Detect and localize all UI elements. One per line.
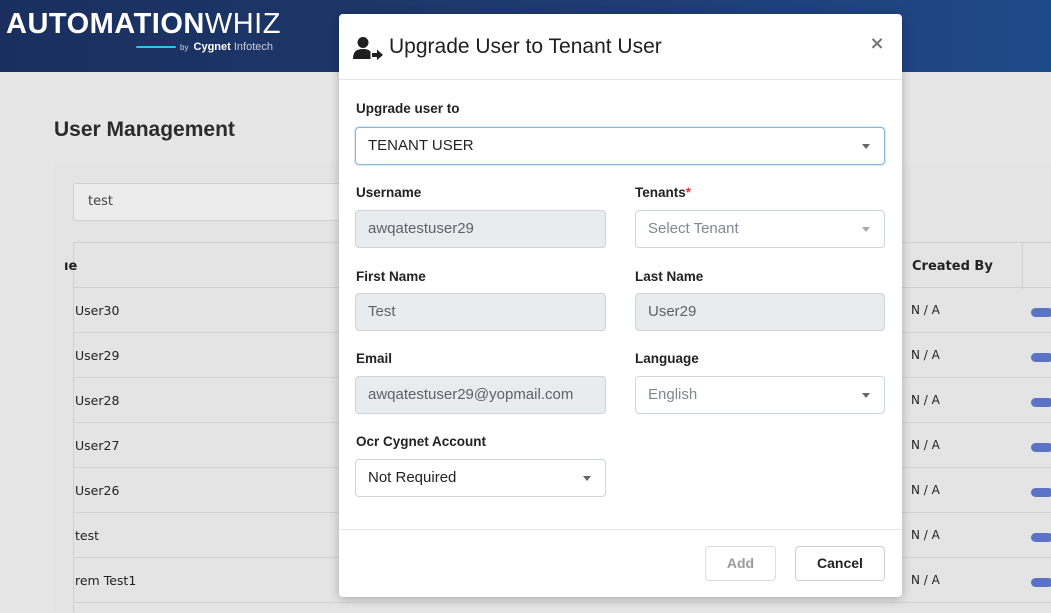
- close-icon[interactable]: ×: [867, 34, 887, 54]
- required-mark: *: [685, 185, 692, 200]
- last-name-label: Last Name: [635, 269, 704, 284]
- cell-name: User26: [75, 483, 120, 498]
- swoosh-icon: [136, 46, 176, 49]
- status-toggle[interactable]: [1031, 443, 1051, 452]
- chevron-down-icon: [862, 393, 870, 398]
- cell-name: User28: [75, 393, 120, 408]
- cell-created-by: N / A: [911, 528, 940, 542]
- ocr-account-value: Not Required: [368, 469, 457, 486]
- tenants-label: Tenants*: [635, 185, 692, 200]
- modal-title: Upgrade User to Tenant User: [389, 35, 662, 58]
- column-header-name[interactable]: ıe: [64, 259, 77, 274]
- username-field[interactable]: awqatestuser29: [355, 210, 606, 248]
- chevron-down-icon: [583, 476, 591, 481]
- tenants-placeholder: Select Tenant: [648, 220, 739, 237]
- upgrade-to-select[interactable]: TENANT USER: [355, 127, 885, 165]
- user-arrow-icon: [353, 37, 383, 60]
- cell-name: rem Test1: [75, 573, 137, 588]
- tenants-select[interactable]: Select Tenant: [635, 210, 885, 248]
- column-divider: [1022, 243, 1023, 289]
- brand-subtitle: by Cygnet Infotech: [136, 41, 273, 53]
- cell-name: test: [75, 528, 100, 543]
- cell-created-by: N / A: [911, 573, 940, 587]
- status-toggle[interactable]: [1031, 488, 1051, 497]
- cancel-button[interactable]: Cancel: [795, 546, 885, 581]
- column-header-created-by[interactable]: Created By: [912, 259, 993, 274]
- cell-created-by: N / A: [911, 303, 940, 317]
- cell-created-by: N / A: [911, 483, 940, 497]
- cell-name: User30: [75, 303, 120, 318]
- brand-name: AUTOMATIONWHIZ: [6, 8, 281, 40]
- status-toggle[interactable]: [1031, 353, 1051, 362]
- cell-name: User27: [75, 438, 120, 453]
- modal-header: Upgrade User to Tenant User ×: [339, 14, 902, 80]
- ocr-account-label: Ocr Cygnet Account: [356, 434, 487, 449]
- status-toggle[interactable]: [1031, 578, 1051, 587]
- cell-created-by: N / A: [911, 348, 940, 362]
- upgrade-user-modal: Upgrade User to Tenant User × Upgrade us…: [339, 14, 902, 597]
- upgrade-to-value: TENANT USER: [368, 137, 474, 154]
- status-toggle[interactable]: [1031, 533, 1051, 542]
- cell-created-by: N / A: [911, 438, 940, 452]
- upgrade-to-label: Upgrade user to: [356, 101, 460, 116]
- last-name-field[interactable]: User29: [635, 293, 885, 331]
- language-select[interactable]: English: [635, 376, 885, 414]
- first-name-field[interactable]: Test: [355, 293, 606, 331]
- ocr-account-select[interactable]: Not Required: [355, 459, 606, 497]
- cell-name: User29: [75, 348, 120, 363]
- email-field[interactable]: awqatestuser29@yopmail.com: [355, 376, 606, 414]
- page-title: User Management: [54, 118, 235, 141]
- username-label: Username: [356, 185, 422, 200]
- brand-logo[interactable]: AUTOMATIONWHIZ by Cygnet Infotech: [6, 8, 281, 53]
- language-value: English: [648, 386, 698, 403]
- status-toggle[interactable]: [1031, 308, 1051, 317]
- email-label: Email: [356, 351, 393, 366]
- add-button[interactable]: Add: [705, 546, 776, 581]
- first-name-label: First Name: [356, 269, 426, 284]
- chevron-down-icon: [862, 227, 870, 232]
- cell-created-by: N / A: [911, 393, 940, 407]
- chevron-down-icon: [862, 144, 870, 149]
- modal-footer: Add Cancel: [339, 529, 902, 597]
- language-label: Language: [635, 351, 699, 366]
- status-toggle[interactable]: [1031, 398, 1051, 407]
- search-input[interactable]: test: [73, 183, 363, 221]
